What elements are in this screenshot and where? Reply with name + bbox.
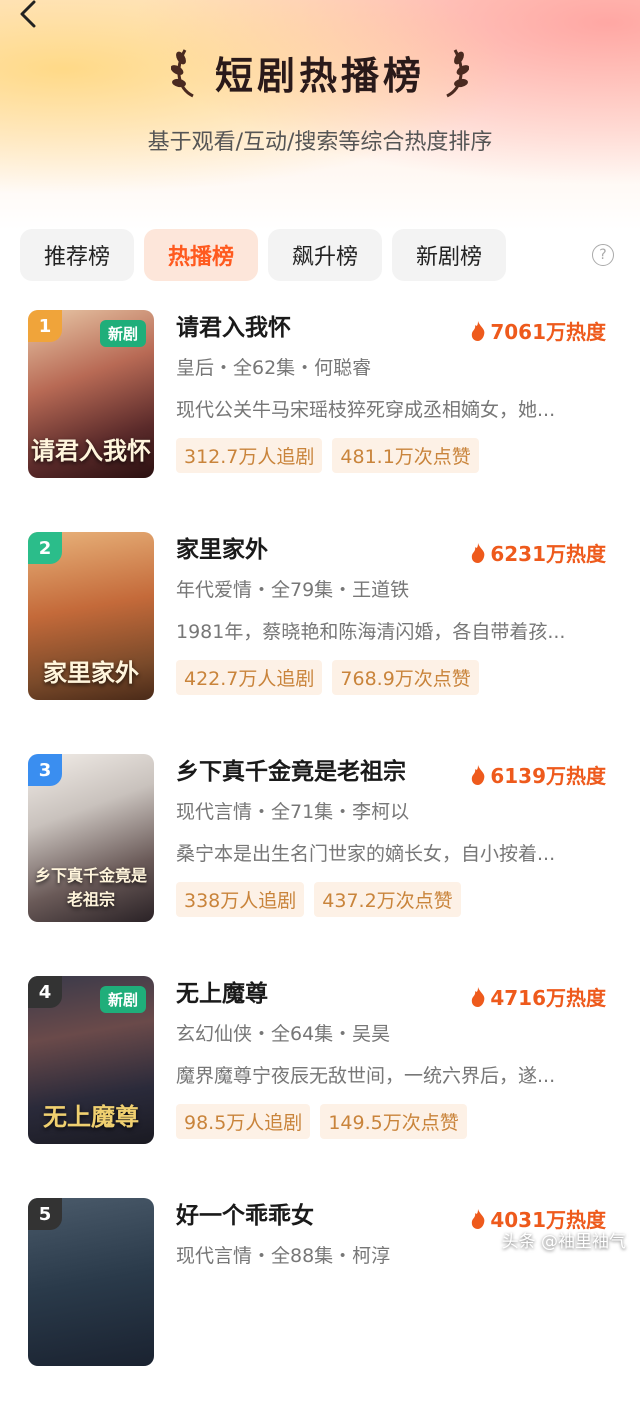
heat-value: 4716万热度	[490, 986, 606, 1010]
heat-score: 4716万热度	[470, 982, 606, 1011]
likes-count: 768.9万次点赞	[332, 660, 479, 695]
list-item[interactable]: 2 家里家外 家里家外 年代爱情・全79集・王道铁 1981年，蔡晓艳和陈海清闪…	[0, 528, 640, 750]
item-info: 无上魔尊 玄幻仙侠・全64集・吴昊 魔界魔尊宁夜辰无敌世间，一统六界后，遂...…	[176, 976, 616, 1139]
tab-recommended[interactable]: 推荐榜	[20, 229, 135, 281]
flame-icon	[472, 764, 485, 785]
followers-count: 422.7万人追剧	[176, 660, 323, 695]
heat-value: 7061万热度	[490, 320, 606, 344]
tab-hot[interactable]: 热播榜	[144, 229, 259, 281]
flame-icon	[472, 542, 485, 563]
poster-image[interactable]: 5	[28, 1198, 154, 1366]
rank-badge: 2	[28, 532, 62, 564]
drama-stats: 98.5万人追剧 149.5万次点赞	[176, 1104, 616, 1139]
poster-title: 乡下真千金竟是老祖宗	[34, 866, 147, 909]
page-title: 短剧热播榜	[214, 53, 425, 98]
heat-value: 6231万热度	[490, 542, 606, 566]
drama-meta: 现代言情・全71集・李柯以	[176, 801, 410, 823]
heat-score: 6139万热度	[470, 760, 606, 789]
likes-count: 149.5万次点赞	[320, 1104, 467, 1139]
poster-title: 家里家外	[43, 658, 139, 687]
new-badge: 新剧	[99, 320, 146, 347]
chevron-left-icon	[20, 0, 36, 28]
poster-image[interactable]: 2 家里家外	[28, 532, 154, 700]
tab-new[interactable]: 新剧榜	[392, 229, 507, 281]
laurel-right-icon	[446, 49, 469, 98]
followers-count: 98.5万人追剧	[176, 1104, 311, 1139]
list-item[interactable]: 4 新剧 无上魔尊 无上魔尊 玄幻仙侠・全64集・吴昊 魔界魔尊宁夜辰无敌世间，…	[0, 972, 640, 1194]
poster-image[interactable]: 3 乡下真千金竟是老祖宗	[28, 754, 154, 922]
drama-description: 现代公关牛马宋瑶枝猝死穿成丞相嫡女，她...	[176, 399, 556, 421]
back-button[interactable]	[14, 0, 44, 28]
item-info: 请君入我怀 皇后・全62集・何聪睿 现代公关牛马宋瑶枝猝死穿成丞相嫡女，她...…	[176, 310, 616, 473]
flame-icon	[472, 320, 485, 341]
heat-score: 7061万热度	[470, 316, 606, 345]
likes-count: 481.1万次点赞	[332, 438, 479, 473]
rank-badge: 5	[28, 1198, 62, 1230]
followers-count: 338万人追剧	[176, 882, 305, 917]
poster-image[interactable]: 4 新剧 无上魔尊	[28, 976, 154, 1144]
ranking-tabs: 推荐榜 热播榜 飙升榜 新剧榜	[20, 228, 620, 282]
rank-badge: 1	[28, 310, 62, 342]
rank-badge: 4	[28, 976, 62, 1008]
followers-count: 312.7万人追剧	[176, 438, 323, 473]
poster-title: 请君入我怀	[31, 436, 151, 465]
drama-meta: 年代爱情・全79集・王道铁	[176, 579, 410, 601]
list-item[interactable]: 3 乡下真千金竟是老祖宗 乡下真千金竟是老祖宗 现代言情・全71集・李柯以 桑宁…	[0, 750, 640, 972]
list-item[interactable]: 1 新剧 请君入我怀 请君入我怀 皇后・全62集・何聪睿 现代公关牛马宋瑶枝猝死…	[0, 306, 640, 528]
poster-title: 无上魔尊	[43, 1102, 139, 1131]
drama-stats: 422.7万人追剧 768.9万次点赞	[176, 660, 616, 695]
item-info: 家里家外 年代爱情・全79集・王道铁 1981年，蔡晓艳和陈海清闪婚，各自带着孩…	[176, 532, 616, 695]
drama-stats: 312.7万人追剧 481.1万次点赞	[176, 438, 616, 473]
poster-image[interactable]: 1 新剧 请君入我怀	[28, 310, 154, 478]
flame-icon	[472, 986, 485, 1007]
drama-description: 魔界魔尊宁夜辰无敌世间，一统六界后，遂...	[176, 1065, 556, 1087]
drama-description: 1981年，蔡晓艳和陈海清闪婚，各自带着孩...	[176, 621, 566, 643]
drama-meta: 皇后・全62集・何聪睿	[176, 357, 372, 379]
item-info: 乡下真千金竟是老祖宗 现代言情・全71集・李柯以 桑宁本是出生名门世家的嫡长女，…	[176, 754, 616, 917]
flame-icon	[472, 1208, 485, 1229]
title-row: 短剧热播榜	[0, 42, 640, 102]
watermark: 头条 @袖里袖气	[501, 1232, 626, 1252]
help-icon[interactable]: ?	[592, 244, 614, 266]
rank-badge: 3	[28, 754, 62, 786]
heat-value: 6139万热度	[490, 764, 606, 788]
header-background	[0, 0, 640, 230]
page-subtitle: 基于观看/互动/搜索等综合热度排序	[147, 130, 493, 155]
laurel-left-icon	[170, 49, 194, 98]
drama-stats: 338万人追剧 437.2万次点赞	[176, 882, 616, 917]
tab-rising[interactable]: 飙升榜	[268, 229, 383, 281]
drama-description: 桑宁本是出生名门世家的嫡长女，自小按着...	[176, 843, 556, 865]
new-badge: 新剧	[99, 986, 146, 1013]
likes-count: 437.2万次点赞	[314, 882, 461, 917]
drama-meta: 玄幻仙侠・全64集・吴昊	[176, 1023, 391, 1045]
heat-score: 6231万热度	[470, 538, 606, 567]
